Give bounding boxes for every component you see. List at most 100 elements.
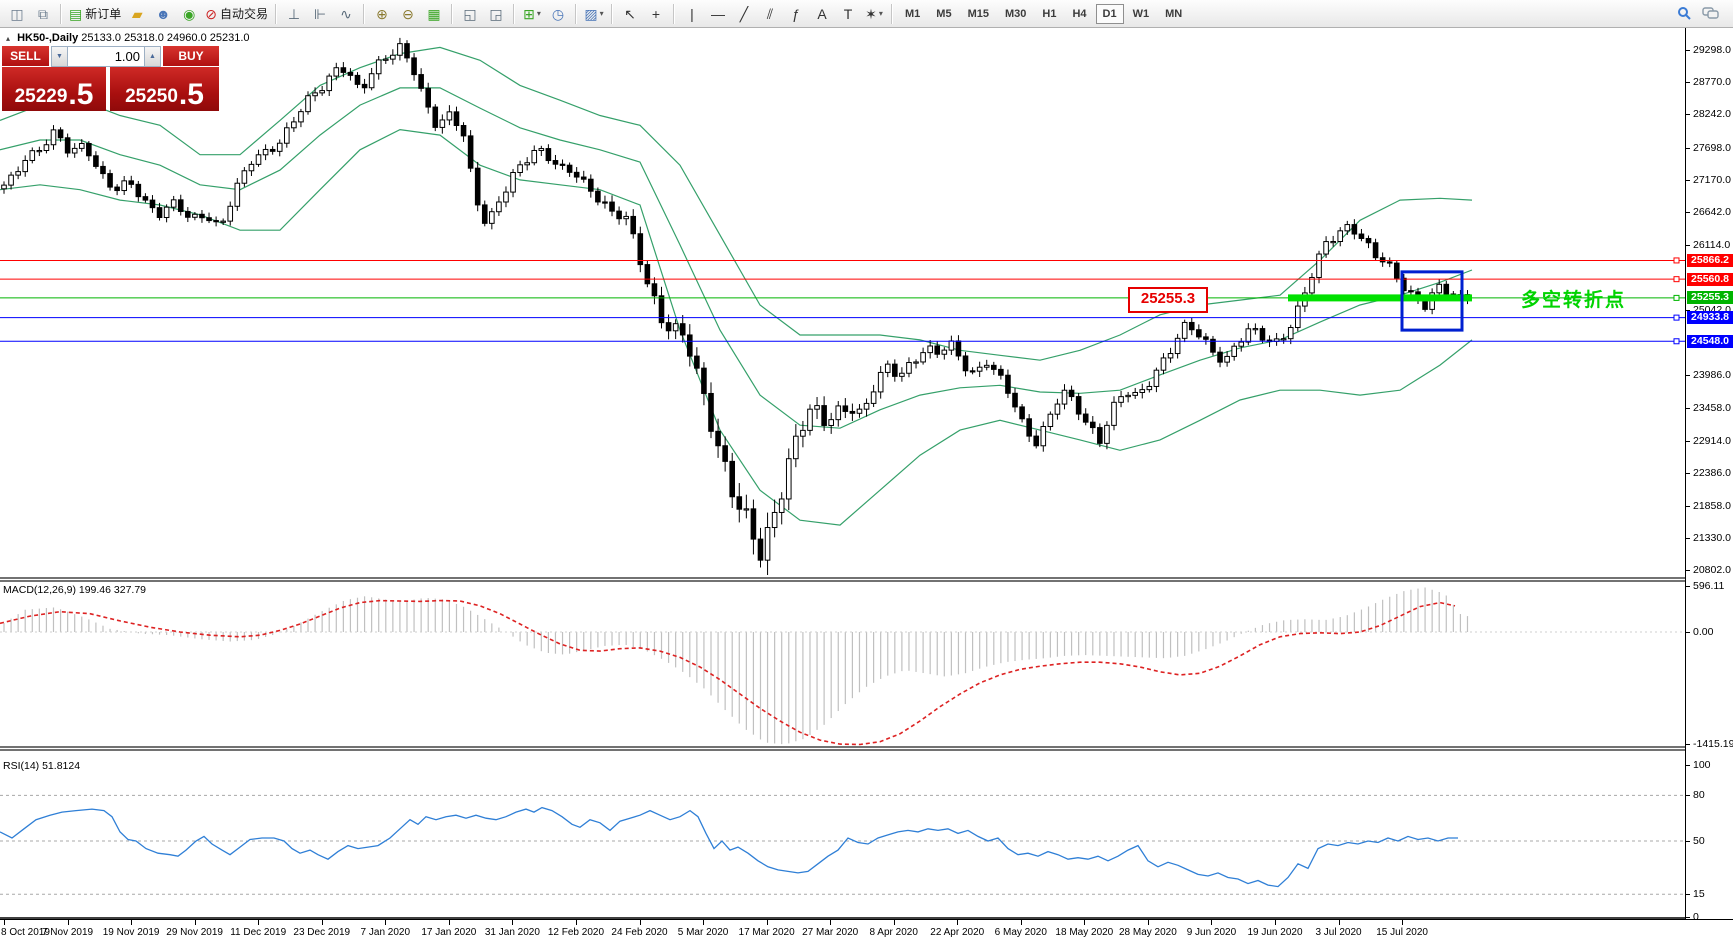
candle-body (1436, 283, 1443, 294)
buy-button[interactable]: BUY (163, 46, 219, 67)
new-chart-icon: ◫ (10, 5, 24, 22)
date-tick (1084, 920, 1086, 925)
candle-body (305, 95, 311, 113)
volume-increase-button[interactable]: ▲ (144, 46, 161, 67)
candle-body (22, 159, 29, 173)
date-tick (766, 920, 768, 925)
candle-body (1217, 351, 1223, 363)
line-handle[interactable] (1673, 276, 1680, 283)
timeframe-H4[interactable]: H4 (1065, 4, 1093, 24)
timeframe-H1[interactable]: H1 (1035, 4, 1063, 24)
timeframe-M15[interactable]: M15 (961, 4, 996, 24)
new-subwindow-button[interactable]: ⊞ ▾ (519, 3, 545, 25)
candle-body (156, 207, 163, 219)
timeframe-M1[interactable]: M1 (898, 4, 927, 24)
text-label-button[interactable]: T (835, 3, 861, 25)
bar-chart-type-button[interactable]: ⊥ (281, 3, 307, 25)
cascade-windows-button[interactable]: ◲ (483, 3, 509, 25)
line-handle[interactable] (1673, 314, 1680, 321)
candle-body (43, 144, 50, 152)
candle-body (368, 73, 375, 89)
line-handle[interactable] (1673, 294, 1680, 301)
candle-body (107, 173, 113, 188)
trendline-button[interactable]: ╱ (731, 3, 757, 25)
sell-price[interactable]: 25229 .5 (2, 67, 106, 111)
new-chart-button[interactable]: ◫ (4, 3, 30, 25)
toolbar-separator (275, 3, 277, 24)
candle-body (729, 460, 736, 498)
candle-body (1019, 406, 1025, 420)
indicators-dropdown-caret[interactable]: ▾ (600, 9, 604, 18)
zoom-out-button[interactable]: ⊖ (395, 3, 421, 25)
candle-body (828, 419, 834, 426)
candle-body (785, 458, 792, 500)
line-chart-type-button[interactable]: ∿ (333, 3, 359, 25)
zoom-in-button[interactable]: ⊕ (369, 3, 395, 25)
crosshair-button[interactable]: + (643, 3, 669, 25)
search-icon[interactable] (1671, 3, 1697, 25)
toolbar-group: ⊕ ⊖ ▦ (369, 3, 447, 25)
volume-decrease-button[interactable]: ▼ (51, 46, 68, 67)
candle-body (1089, 421, 1096, 429)
buy-price[interactable]: 25250 .5 (110, 67, 219, 111)
candle-body (1026, 418, 1032, 437)
line-handle[interactable] (1673, 338, 1680, 345)
candle-body (29, 150, 36, 161)
timeframe-M5[interactable]: M5 (929, 4, 958, 24)
sell-price-fraction: .5 (68, 77, 94, 111)
candle-body (1097, 427, 1103, 444)
timeframe-D1[interactable]: D1 (1095, 3, 1124, 24)
candle-body (602, 201, 608, 204)
arrow-objects-dropdown-caret[interactable]: ▾ (879, 9, 883, 18)
clock-button[interactable]: ◷ (545, 3, 571, 25)
price-tick-29298: 29298.0 (1686, 44, 1731, 56)
candlestick-chart-type-button[interactable]: ⊩ (307, 3, 333, 25)
arrange-windows-button[interactable]: ◱ (457, 3, 483, 25)
equidistant-channel-button[interactable]: ⫽ (757, 3, 783, 25)
volume-input[interactable]: 1.00 (68, 46, 144, 67)
horizontal-line-button[interactable]: — (705, 3, 731, 25)
date-label: 3 Jul 2020 (1315, 927, 1362, 938)
auto-trading-button[interactable]: ⊘ 自动交易 (202, 3, 271, 25)
tile-windows-button[interactable]: ▦ (421, 3, 447, 25)
candle-body (1061, 389, 1068, 405)
price-axis[interactable]: 29298.0 28770.0 28242.0 27698.0 27170.0 26642… (1685, 28, 1733, 922)
chat-icon[interactable] (1697, 3, 1723, 25)
date-label: 22 Apr 2020 (930, 927, 985, 938)
collapse-panel-icon[interactable]: ▴ (6, 34, 10, 43)
sell-button[interactable]: SELL (2, 46, 49, 67)
candle-body (715, 430, 721, 447)
fibonacci-button[interactable]: ƒ (783, 3, 809, 25)
candle-body (962, 355, 969, 372)
timeframe-M30[interactable]: M30 (998, 4, 1033, 24)
time-axis[interactable]: 8 Oct 2019 7 Nov 2019 19 Nov 2019 29 Nov 20… (0, 919, 1733, 949)
cursor-button[interactable]: ↖ (617, 3, 643, 25)
new-subwindow-dropdown-caret[interactable]: ▾ (537, 9, 541, 18)
chart-canvas[interactable] (0, 28, 1685, 919)
candle-body (672, 323, 679, 332)
text-button[interactable]: A (809, 3, 835, 25)
vertical-line-button[interactable]: | (679, 3, 705, 25)
new-order-button[interactable]: ▤ 新订单 (66, 3, 124, 25)
candle-body (1125, 394, 1131, 398)
candle-body (1012, 392, 1018, 408)
community-button[interactable]: ☻ (150, 3, 176, 25)
timeframe-MN[interactable]: MN (1158, 4, 1189, 24)
market-button[interactable]: ▰ (124, 3, 150, 25)
candle-body (1068, 389, 1075, 398)
thick-green-trend-segment[interactable] (1288, 294, 1472, 302)
indicators-button[interactable]: ▨ ▾ (581, 3, 607, 25)
signals-button[interactable]: ◉ (176, 3, 202, 25)
zoom-out-icon: ⊖ (402, 5, 414, 22)
macd-axis-0.00: 0.00 (1686, 626, 1713, 638)
turning-point-annotation[interactable]: 多空转折点 (1521, 285, 1626, 312)
chart-profiles-button[interactable]: ⧉ (30, 3, 56, 25)
candle-body (969, 370, 976, 373)
candle-body (382, 58, 389, 61)
candle-body (291, 121, 297, 129)
price-callout-label[interactable]: 25255.3 (1128, 287, 1208, 313)
timeframe-W1[interactable]: W1 (1126, 4, 1157, 24)
arrow-objects-button[interactable]: ✶ ▾ (861, 3, 887, 25)
line-handle[interactable] (1673, 257, 1680, 264)
candle-body (644, 264, 651, 285)
